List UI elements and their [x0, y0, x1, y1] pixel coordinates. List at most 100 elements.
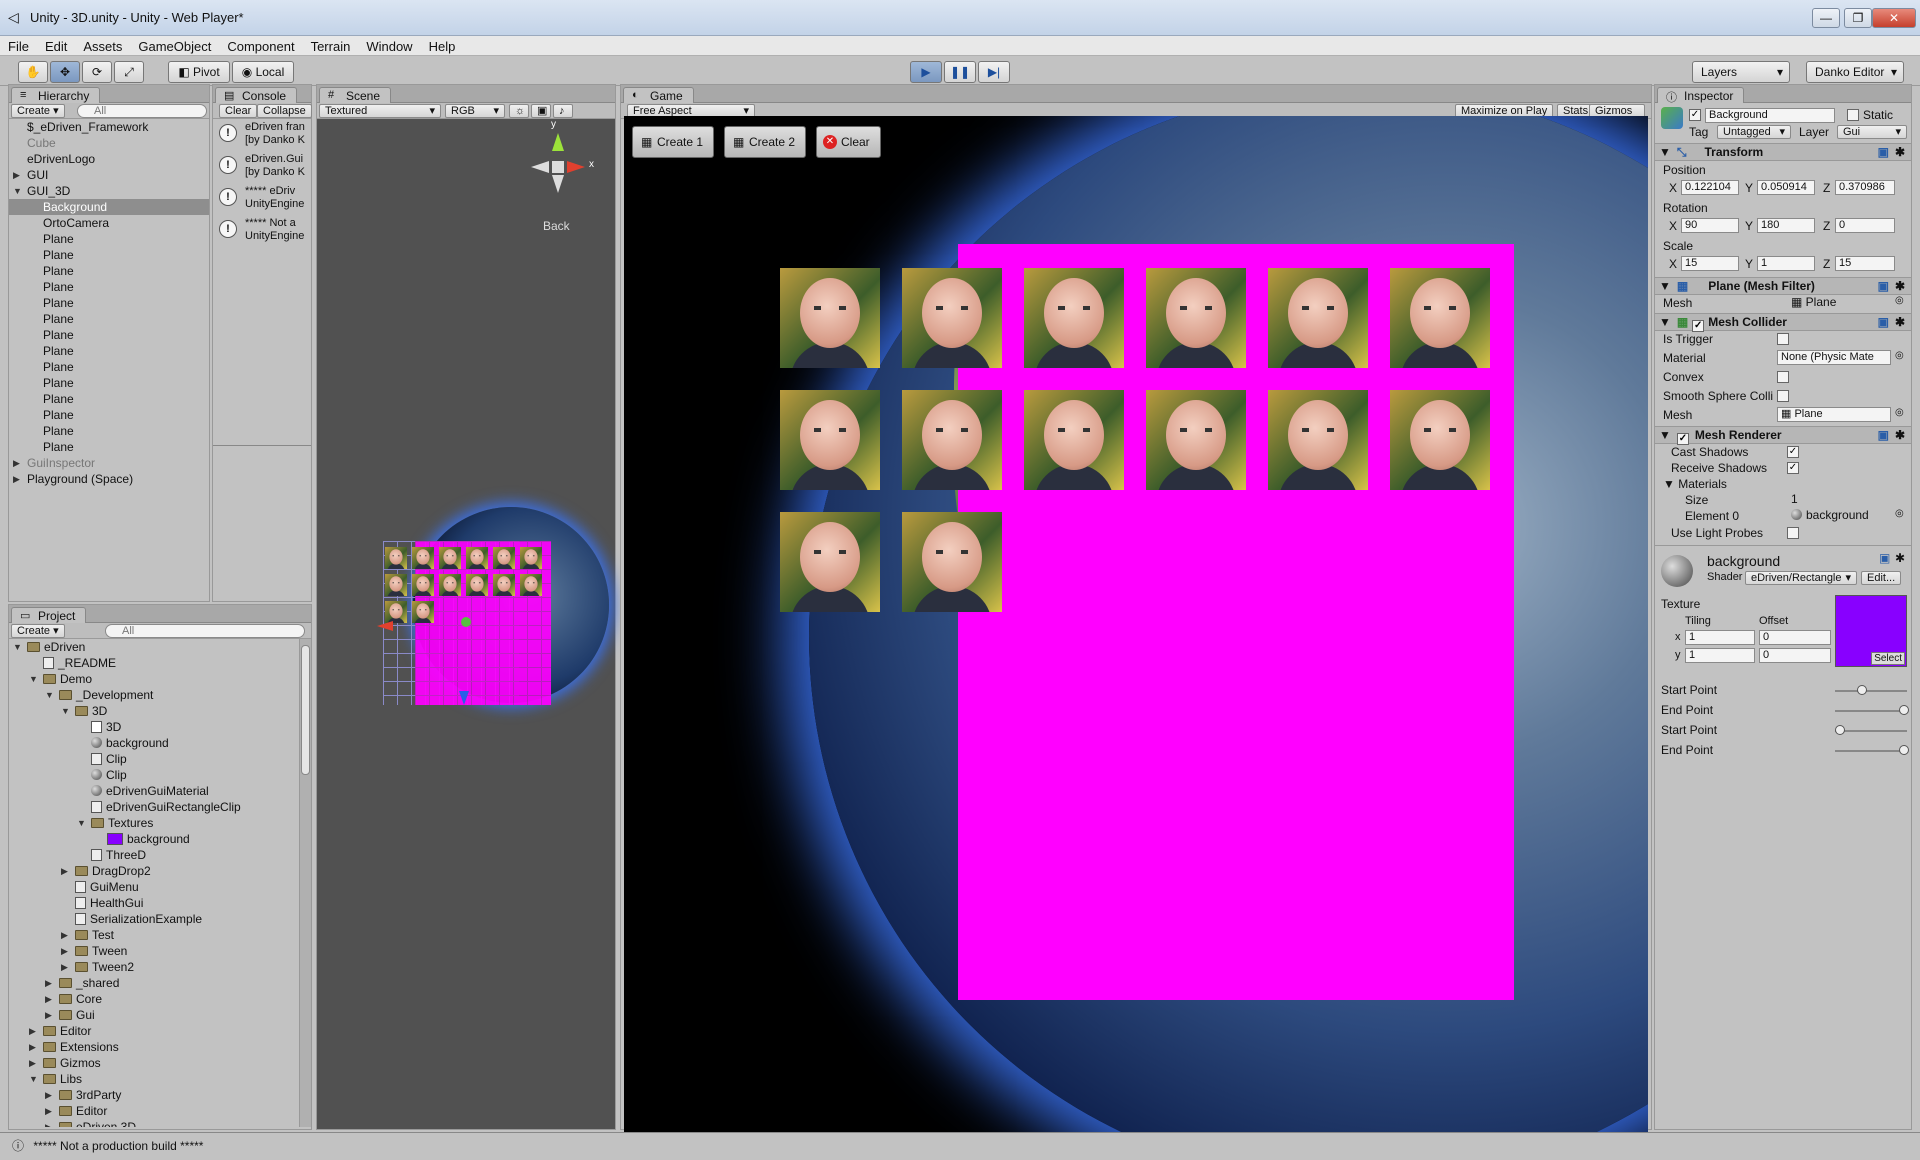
- texture-swatch[interactable]: Select: [1835, 595, 1907, 667]
- face-thumbnail[interactable]: [1268, 268, 1368, 368]
- scale-z-field[interactable]: 15: [1835, 256, 1895, 271]
- project-item[interactable]: ▶ eDriven.3D: [9, 1119, 299, 1127]
- slider-track[interactable]: [1835, 745, 1909, 755]
- hierarchy-item[interactable]: Plane: [9, 327, 209, 343]
- menu-component[interactable]: Component: [219, 36, 302, 54]
- position-z-field[interactable]: 0.370986: [1835, 180, 1895, 195]
- foldout-arrow-icon[interactable]: ▶: [29, 1055, 36, 1071]
- receive-shadows-checkbox[interactable]: ✓: [1787, 462, 1799, 474]
- hierarchy-item[interactable]: Plane: [9, 439, 209, 455]
- project-item[interactable]: ▶ Tween2: [9, 959, 299, 975]
- hierarchy-item[interactable]: OrtoCamera: [9, 215, 209, 231]
- foldout-arrow-icon[interactable]: ▶: [29, 1039, 36, 1055]
- hierarchy-item[interactable]: eDrivenLogo: [9, 151, 209, 167]
- gear-icon[interactable]: ✱: [1895, 551, 1905, 565]
- project-search-input[interactable]: All: [105, 624, 305, 638]
- face-thumbnail[interactable]: [385, 601, 407, 623]
- face-thumbnail[interactable]: [1390, 268, 1490, 368]
- object-picker-icon[interactable]: ◎: [1895, 407, 1904, 418]
- face-thumbnail[interactable]: [780, 268, 880, 368]
- foldout-arrow-icon[interactable]: ▼: [29, 1071, 38, 1087]
- foldout-arrow-icon[interactable]: ▶: [45, 1007, 52, 1023]
- foldout-arrow-icon[interactable]: ▶: [45, 1119, 52, 1127]
- scene-gizmo[interactable]: y x Back: [517, 119, 597, 233]
- project-item[interactable]: ▶ Editor: [9, 1103, 299, 1119]
- step-icon[interactable]: ▶|: [978, 61, 1010, 83]
- audio-icon[interactable]: ♪: [553, 104, 573, 118]
- meshfilter-header[interactable]: ▼ ▦ Plane (Mesh Filter) ▣ ✱: [1655, 277, 1911, 295]
- foldout-arrow-icon[interactable]: ▼: [13, 639, 22, 655]
- light-probes-checkbox[interactable]: [1787, 527, 1799, 539]
- scene-z-handle-icon[interactable]: [459, 691, 469, 705]
- hand-tool-icon[interactable]: ✋: [18, 61, 48, 83]
- foldout-arrow-icon[interactable]: ▶: [13, 471, 20, 487]
- menu-edit[interactable]: Edit: [37, 36, 75, 54]
- object-picker-icon[interactable]: ◎: [1895, 350, 1904, 361]
- project-item[interactable]: ▶ Core: [9, 991, 299, 1007]
- hierarchy-item[interactable]: $_eDriven_Framework: [9, 119, 209, 135]
- face-thumbnail[interactable]: [412, 574, 434, 596]
- project-item[interactable]: ▼ Demo: [9, 671, 299, 687]
- slider-knob[interactable]: [1857, 685, 1868, 695]
- gear-icon[interactable]: ✱: [1895, 144, 1905, 160]
- game-viewport[interactable]: ▦ Create 1 ▦ Create 2 ✕ Clear: [624, 116, 1648, 1132]
- project-item[interactable]: eDrivenGuiMaterial: [9, 783, 299, 799]
- static-checkbox[interactable]: [1847, 109, 1859, 121]
- foldout-arrow-icon[interactable]: ▶: [61, 927, 68, 943]
- local-toggle[interactable]: ◉ Local: [232, 61, 294, 83]
- hierarchy-item[interactable]: Plane: [9, 231, 209, 247]
- face-thumbnail[interactable]: [412, 601, 434, 623]
- create-1-button[interactable]: ▦ Create 1: [632, 126, 715, 158]
- position-y-field[interactable]: 0.050914: [1757, 180, 1815, 195]
- gear-icon[interactable]: ✱: [1895, 314, 1905, 330]
- element0-field[interactable]: background: [1791, 508, 1869, 522]
- object-name-field[interactable]: Background: [1705, 108, 1835, 123]
- hierarchy-item[interactable]: Plane: [9, 295, 209, 311]
- hierarchy-item[interactable]: ▶ Playground (Space): [9, 471, 209, 487]
- face-thumbnail[interactable]: [520, 574, 542, 596]
- foldout-arrow-icon[interactable]: ▶: [61, 959, 68, 975]
- menu-terrain[interactable]: Terrain: [303, 36, 359, 54]
- foldout-arrow-icon[interactable]: ▶: [45, 991, 52, 1007]
- pause-icon[interactable]: ❚❚: [944, 61, 976, 83]
- hierarchy-item[interactable]: ▼ GUI_3D: [9, 183, 209, 199]
- scrollbar-thumb[interactable]: [301, 645, 310, 775]
- tiling-x-field[interactable]: 1: [1685, 630, 1755, 645]
- foldout-arrow-icon[interactable]: ▼: [77, 815, 86, 831]
- foldout-arrow-icon[interactable]: ▶: [13, 167, 20, 183]
- rotation-x-field[interactable]: 90: [1681, 218, 1739, 233]
- project-item[interactable]: HealthGui: [9, 895, 299, 911]
- scene-x-handle-icon[interactable]: [377, 621, 393, 631]
- help-icon[interactable]: ▣: [1878, 314, 1889, 330]
- console-entry[interactable]: ! eDriven.Gui [by Danko K: [213, 153, 311, 185]
- foldout-arrow-icon[interactable]: ▼: [29, 671, 38, 687]
- layer-dropdown[interactable]: Gui ▾: [1837, 125, 1907, 139]
- project-item[interactable]: ▶ Test: [9, 927, 299, 943]
- rotate-tool-icon[interactable]: ⟳: [82, 61, 112, 83]
- console-entry[interactable]: ! ***** eDriv UnityEngine: [213, 185, 311, 217]
- object-picker-icon[interactable]: ◎: [1895, 508, 1904, 519]
- hierarchy-item[interactable]: Plane: [9, 279, 209, 295]
- slider-track[interactable]: [1835, 685, 1907, 695]
- project-item[interactable]: background: [9, 831, 299, 847]
- transform-header[interactable]: ▼ ⤡ Transform ▣ ✱: [1655, 143, 1911, 161]
- face-thumbnail[interactable]: [466, 574, 488, 596]
- project-item[interactable]: ▶ Tween: [9, 943, 299, 959]
- project-item[interactable]: ▼ _Development: [9, 687, 299, 703]
- foldout-arrow-icon[interactable]: ▼: [13, 183, 22, 199]
- minimize-button[interactable]: —: [1812, 8, 1840, 28]
- project-item[interactable]: ▶ Gizmos: [9, 1055, 299, 1071]
- project-item[interactable]: ▶ Gui: [9, 1007, 299, 1023]
- face-thumbnail[interactable]: [466, 547, 488, 569]
- material-field[interactable]: None (Physic Mate: [1777, 350, 1891, 365]
- project-item[interactable]: Clip: [9, 751, 299, 767]
- hierarchy-item[interactable]: Plane: [9, 407, 209, 423]
- project-item[interactable]: ▼ eDriven: [9, 639, 299, 655]
- face-thumbnail[interactable]: [902, 512, 1002, 612]
- hierarchy-item[interactable]: Plane: [9, 359, 209, 375]
- tab-hierarchy[interactable]: ≡ Hierarchy: [11, 87, 101, 103]
- hierarchy-search-input[interactable]: All: [77, 104, 207, 118]
- active-checkbox[interactable]: ✓: [1689, 109, 1701, 121]
- face-thumbnail[interactable]: [902, 268, 1002, 368]
- face-thumbnail[interactable]: [1024, 268, 1124, 368]
